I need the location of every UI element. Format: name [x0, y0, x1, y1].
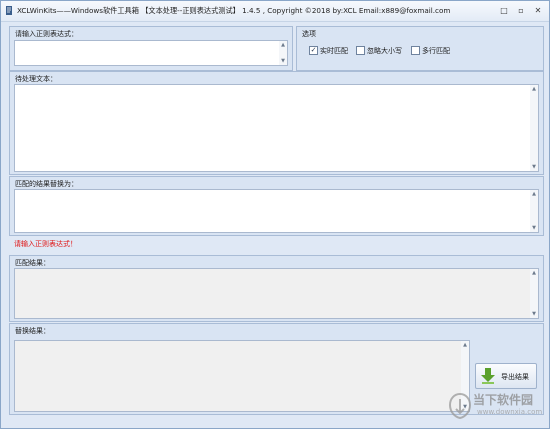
match-result-label: 匹配结果：: [15, 259, 50, 267]
watermark-url: www.downxia.com: [477, 408, 543, 416]
checkbox-icon[interactable]: [411, 46, 420, 55]
source-text-label: 待处理文本：: [15, 75, 57, 83]
source-text-group: 待处理文本： ▲ ▼: [9, 71, 544, 175]
minimize-button[interactable]: □: [499, 6, 509, 15]
restore-button[interactable]: ▫: [516, 6, 526, 15]
scroll-up-icon[interactable]: ▲: [530, 85, 538, 93]
window-title: XCLWinKits——Windows软件工具箱 【文本处理--正则表达式测试】…: [17, 6, 451, 15]
source-text-scrollbar[interactable]: ▲ ▼: [530, 85, 538, 171]
app-icon: [6, 6, 12, 15]
watermark-title: 当下软件园: [473, 393, 534, 407]
scroll-down-icon[interactable]: ▼: [530, 224, 538, 232]
match-result-group: 匹配结果： ▲ ▼: [9, 255, 544, 322]
scroll-down-icon[interactable]: ▼: [279, 57, 287, 65]
scroll-up-icon[interactable]: ▲: [461, 341, 469, 349]
regex-input[interactable]: ▲ ▼: [14, 40, 288, 66]
checkbox-checked-icon[interactable]: ✓: [309, 46, 318, 55]
watermark-logo-icon: [449, 393, 471, 419]
scroll-up-icon[interactable]: ▲: [279, 41, 287, 49]
match-result-scrollbar[interactable]: ▲ ▼: [530, 269, 538, 318]
regex-scrollbar[interactable]: ▲ ▼: [279, 41, 287, 65]
replace-scrollbar[interactable]: ▲ ▼: [530, 190, 538, 232]
options-label: 选项: [302, 30, 316, 38]
ignore-case-label: 忽略大小写: [367, 47, 402, 55]
export-result-button[interactable]: 导出结果: [475, 363, 537, 389]
close-button[interactable]: ✕: [533, 6, 543, 15]
scroll-up-icon[interactable]: ▲: [530, 269, 538, 277]
replace-input[interactable]: ▲ ▼: [14, 189, 539, 233]
export-result-label: 导出结果: [501, 373, 529, 381]
download-arrow-icon: [481, 368, 495, 384]
checkbox-icon[interactable]: [356, 46, 365, 55]
error-message: 请输入正则表达式！: [14, 240, 77, 248]
scroll-down-icon[interactable]: ▼: [530, 310, 538, 318]
title-bar[interactable]: XCLWinKits——Windows软件工具箱 【文本处理--正则表达式测试】…: [1, 1, 549, 22]
watermark: 当下软件园 www.downxia.com: [449, 389, 549, 427]
replace-label: 匹配的结果替换为：: [15, 180, 78, 188]
replace-result-label: 替换结果：: [15, 327, 50, 335]
scroll-up-icon[interactable]: ▲: [530, 190, 538, 198]
regex-label: 请输入正则表达式：: [15, 30, 78, 38]
app-window: XCLWinKits——Windows软件工具箱 【文本处理--正则表达式测试】…: [0, 0, 550, 429]
source-text-input[interactable]: ▲ ▼: [14, 84, 539, 172]
multiline-label: 多行匹配: [422, 47, 450, 55]
match-result-output[interactable]: ▲ ▼: [14, 268, 539, 319]
realtime-match-label: 实时匹配: [320, 47, 348, 55]
replace-group: 匹配的结果替换为： ▲ ▼: [9, 176, 544, 236]
regex-group: 请输入正则表达式： ▲ ▼: [9, 26, 293, 71]
replace-result-output[interactable]: ▲ ▼: [14, 340, 470, 412]
scroll-down-icon[interactable]: ▼: [530, 163, 538, 171]
